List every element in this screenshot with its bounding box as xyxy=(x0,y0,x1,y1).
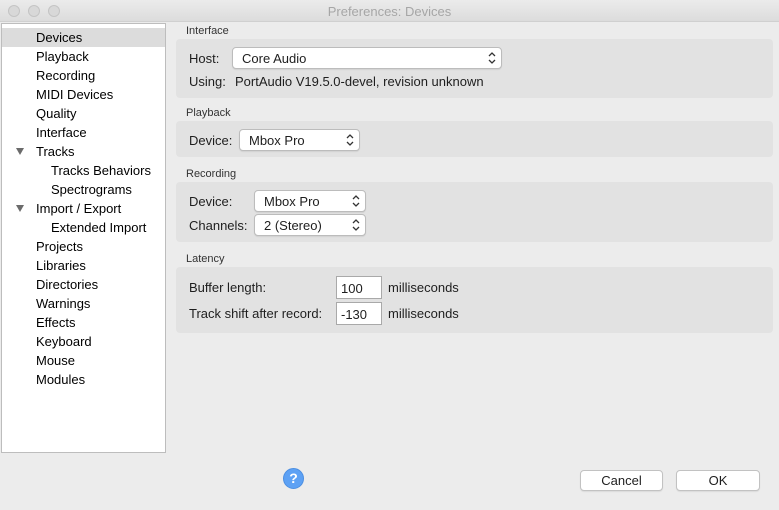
sidebar-item-label: Effects xyxy=(36,315,76,330)
playback-device-select[interactable]: Mbox Pro xyxy=(239,129,360,151)
sidebar-item-extended-import[interactable]: Extended Import xyxy=(2,218,165,237)
preferences-sidebar: Devices Playback Recording MIDI Devices … xyxy=(1,23,166,453)
track-shift-input[interactable]: -130 xyxy=(336,302,382,325)
sidebar-item-label: Devices xyxy=(36,30,83,45)
interface-group-title: Interface xyxy=(186,25,229,37)
track-shift-unit: milliseconds xyxy=(388,306,459,321)
sidebar-item-libraries[interactable]: Libraries xyxy=(2,256,165,275)
sidebar-item-mouse[interactable]: Mouse xyxy=(2,351,165,370)
sidebar-item-recording[interactable]: Recording xyxy=(2,66,165,85)
sidebar-item-label: Projects xyxy=(36,239,83,254)
sidebar-item-tracks-behaviors[interactable]: Tracks Behaviors xyxy=(2,161,165,180)
sidebar-item-label: Directories xyxy=(36,277,99,292)
host-select[interactable]: Core Audio xyxy=(232,47,502,69)
recording-device-value: Mbox Pro xyxy=(264,194,320,209)
sidebar-item-spectrograms[interactable]: Spectrograms xyxy=(2,180,165,199)
sidebar-item-devices[interactable]: Devices xyxy=(2,28,165,47)
cancel-button[interactable]: Cancel xyxy=(580,470,663,491)
updown-chevron-icon xyxy=(488,52,496,64)
track-shift-label: Track shift after record: xyxy=(189,306,323,321)
ok-button[interactable]: OK xyxy=(676,470,760,491)
updown-chevron-icon xyxy=(352,195,360,207)
using-label: Using: xyxy=(189,74,226,89)
sidebar-item-label: Extended Import xyxy=(51,220,147,235)
title-bar: Preferences: Devices xyxy=(0,0,779,22)
channels-value: 2 (Stereo) xyxy=(264,218,322,233)
sidebar-item-label: Modules xyxy=(36,372,86,387)
sidebar-item-warnings[interactable]: Warnings xyxy=(2,294,165,313)
updown-chevron-icon xyxy=(346,134,354,146)
sidebar-item-interface[interactable]: Interface xyxy=(2,123,165,142)
sidebar-item-label: Playback xyxy=(36,49,89,64)
buffer-length-input[interactable]: 100 xyxy=(336,276,382,299)
sidebar-item-label: Interface xyxy=(36,125,87,140)
latency-group: Buffer length: 100 milliseconds Track sh… xyxy=(176,267,773,333)
playback-group: Device: Mbox Pro xyxy=(176,121,773,157)
latency-group-title: Latency xyxy=(186,253,225,265)
recording-group: Device: Mbox Pro Channels: 2 (Stereo) xyxy=(176,182,773,242)
sidebar-item-label: Mouse xyxy=(36,353,76,368)
sidebar-item-label: Spectrograms xyxy=(51,182,132,197)
sidebar-item-effects[interactable]: Effects xyxy=(2,313,165,332)
host-label: Host: xyxy=(189,51,220,66)
preferences-window: Preferences: Devices Devices Playback Re… xyxy=(0,0,779,510)
sidebar-item-label: Tracks xyxy=(36,144,75,159)
buffer-length-label: Buffer length: xyxy=(189,280,267,295)
sidebar-item-playback[interactable]: Playback xyxy=(2,47,165,66)
sidebar-item-label: Import / Export xyxy=(36,201,122,216)
using-value: PortAudio V19.5.0-devel, revision unknow… xyxy=(235,74,484,89)
playback-device-label: Device: xyxy=(189,133,233,148)
sidebar-item-label: Libraries xyxy=(36,258,86,273)
buffer-length-value: 100 xyxy=(341,281,363,296)
sidebar-item-label: MIDI Devices xyxy=(36,87,114,102)
updown-chevron-icon xyxy=(352,219,360,231)
sidebar-item-import-export[interactable]: Import / Export xyxy=(2,199,165,218)
sidebar-item-midi-devices[interactable]: MIDI Devices xyxy=(2,85,165,104)
sidebar-item-label: Keyboard xyxy=(36,334,92,349)
channels-select[interactable]: 2 (Stereo) xyxy=(254,214,366,236)
playback-device-value: Mbox Pro xyxy=(249,133,305,148)
sidebar-item-label: Warnings xyxy=(36,296,91,311)
disclosure-triangle-icon[interactable] xyxy=(16,148,24,155)
sidebar-item-modules[interactable]: Modules xyxy=(2,370,165,389)
sidebar-item-tracks[interactable]: Tracks xyxy=(2,142,165,161)
sidebar-item-keyboard[interactable]: Keyboard xyxy=(2,332,165,351)
sidebar-item-projects[interactable]: Projects xyxy=(2,237,165,256)
recording-device-label: Device: xyxy=(189,194,233,209)
track-shift-value: -130 xyxy=(341,307,368,322)
recording-group-title: Recording xyxy=(186,168,237,180)
sidebar-item-label: Quality xyxy=(36,106,77,121)
interface-group: Host: Core Audio Using: PortAudio V19.5.… xyxy=(176,39,773,98)
buffer-length-unit: milliseconds xyxy=(388,280,459,295)
recording-device-select[interactable]: Mbox Pro xyxy=(254,190,366,212)
channels-label: Channels: xyxy=(189,218,248,233)
sidebar-item-quality[interactable]: Quality xyxy=(2,104,165,123)
host-select-value: Core Audio xyxy=(242,51,307,66)
help-button[interactable]: ? xyxy=(283,468,304,489)
sidebar-item-label: Recording xyxy=(36,68,96,83)
playback-group-title: Playback xyxy=(186,107,231,119)
disclosure-triangle-icon[interactable] xyxy=(16,205,24,212)
sidebar-item-label: Tracks Behaviors xyxy=(51,163,151,178)
sidebar-item-directories[interactable]: Directories xyxy=(2,275,165,294)
window-title: Preferences: Devices xyxy=(327,4,452,19)
